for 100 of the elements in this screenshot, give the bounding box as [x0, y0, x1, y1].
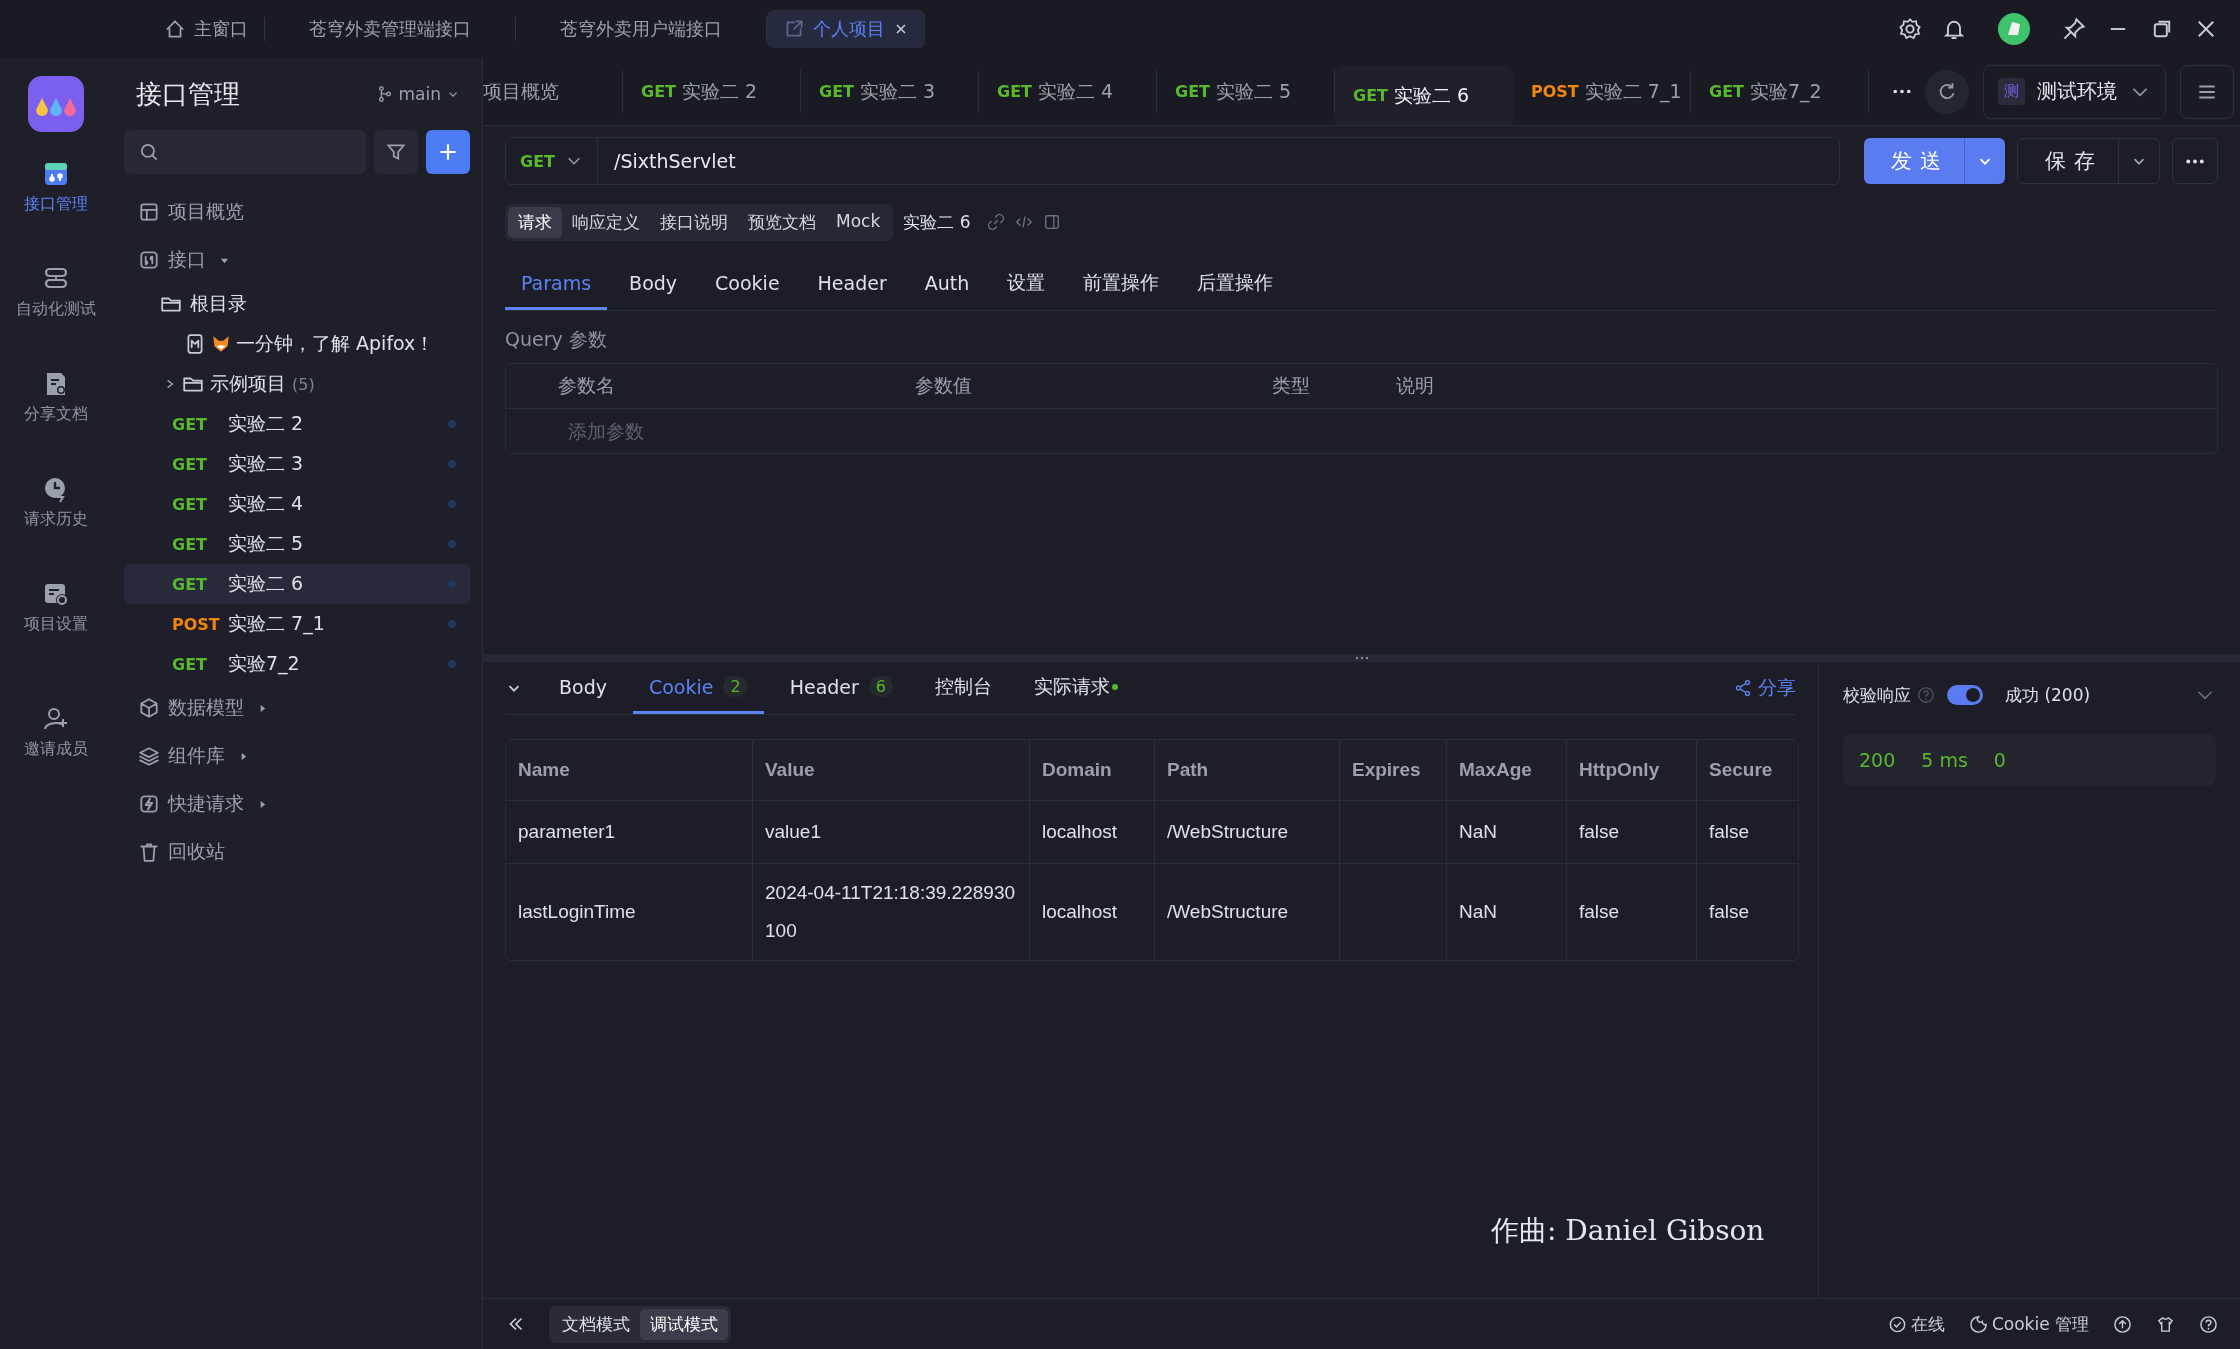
response-tab[interactable]: 控制台 [919, 662, 1009, 714]
param-name-field[interactable]: 添加参数 [566, 419, 813, 443]
tree-item[interactable]: 接口 [124, 236, 470, 284]
add-button[interactable] [426, 130, 470, 174]
environment-selector[interactable]: 测 测试环境 [1983, 64, 2166, 119]
tree-item[interactable]: 回收站 [124, 828, 470, 876]
nav-item[interactable]: 分享文档 [24, 370, 88, 475]
endpoint-item[interactable]: GET 实验二 3 [124, 444, 470, 484]
view-tab[interactable]: 请求 [508, 206, 562, 238]
method-label: GET [172, 454, 208, 474]
tree-item[interactable]: 快捷请求 [124, 780, 470, 828]
response-status: 成功 (200) [2005, 683, 2091, 707]
tree-item[interactable]: 示例项目 (5) [124, 364, 470, 404]
cookie-icon [1968, 1314, 1988, 1334]
endpoint-tab[interactable]: GET 实验二 3 [801, 70, 979, 113]
more-button[interactable] [2172, 138, 2218, 184]
menu-button[interactable] [2180, 64, 2234, 119]
url-field[interactable]: GET /SixthServlet [505, 137, 1840, 185]
window-tab[interactable]: 苍穹外卖用户端接口 [516, 10, 766, 48]
endpoint-item[interactable]: POST 实验二 7_1 [124, 604, 470, 644]
window-tab[interactable]: 主窗口 [148, 10, 264, 48]
settings-icon[interactable] [1898, 17, 1922, 41]
response-tab[interactable]: Cookie 2 [632, 662, 764, 714]
cookie-manager-link[interactable]: Cookie 管理 [1968, 1312, 2089, 1336]
param-tab[interactable]: Header [801, 258, 903, 310]
response-tab[interactable]: 实际请求 [1018, 662, 1135, 714]
avatar[interactable] [1998, 13, 2030, 45]
filter-button[interactable] [374, 130, 418, 174]
online-status[interactable]: 在线 [1887, 1312, 1945, 1336]
endpoint-item[interactable]: GET 实验二 5 [124, 524, 470, 564]
tree-item[interactable]: 数据模型 [124, 684, 470, 732]
param-tab[interactable]: Auth [908, 258, 986, 310]
table-cell: value1 [765, 821, 821, 842]
shirt-icon[interactable] [2156, 1314, 2175, 1334]
refresh-button[interactable] [1925, 69, 1969, 114]
endpoint-tab[interactable]: GET 实验二 2 [623, 70, 801, 113]
param-tab[interactable]: Cookie [699, 258, 796, 310]
window-tab[interactable]: 个人项目 [767, 10, 925, 48]
column-header: HttpOnly [1567, 740, 1697, 801]
resize-handle[interactable] [1353, 656, 1370, 660]
pin-icon[interactable] [2062, 17, 2086, 41]
mode-tab[interactable]: 调试模式 [640, 1308, 728, 1340]
link-icon[interactable] [986, 213, 1005, 231]
param-tab[interactable]: Body [613, 258, 694, 310]
table-cell: /WebStructure [1167, 901, 1289, 922]
column-header: Value [753, 740, 1030, 801]
toggle-switch[interactable] [1947, 685, 1983, 705]
column-header: 类型 [1272, 373, 1311, 398]
endpoint-item[interactable]: GET 实验二 2 [124, 404, 470, 444]
nav-item[interactable]: 邀请成员 [24, 705, 88, 810]
table-cell: localhost [1042, 821, 1117, 842]
upload-icon[interactable] [2113, 1314, 2132, 1334]
tree-item[interactable]: 一分钟，了解 Apifox！ [124, 324, 470, 364]
nav-item[interactable]: 项目设置 [24, 580, 88, 685]
tree-item[interactable]: 项目概览 [124, 188, 470, 236]
endpoint-item[interactable]: GET 实验7_2 [124, 644, 470, 684]
view-tab[interactable]: 接口说明 [650, 206, 738, 238]
nav-item[interactable]: 请求历史 [24, 475, 88, 580]
endpoint-item[interactable]: GET 实验二 4 [124, 484, 470, 524]
table-cell: false [1579, 901, 1620, 922]
endpoint-tab[interactable]: GET 实验7_2 [1691, 70, 1869, 113]
tree-item[interactable]: 根目录 [124, 284, 470, 324]
table-cell: lastLoginTime [518, 901, 636, 922]
more-icon[interactable] [1893, 89, 1911, 94]
branch-selector[interactable]: main [375, 84, 470, 104]
param-tab[interactable]: Params [505, 258, 608, 310]
status-dot [448, 500, 456, 508]
endpoint-tab[interactable]: 项目概览 [483, 70, 623, 113]
window-tab[interactable]: 苍穹外卖管理端接口 [265, 10, 515, 48]
stat-value: 0 [1993, 749, 2006, 771]
response-tab[interactable]: Header 6 [773, 662, 910, 714]
endpoint-tab[interactable]: GET 实验二 4 [979, 70, 1157, 113]
table-cell: parameter1 [518, 821, 616, 842]
param-tab[interactable]: 前置操作 [1067, 258, 1176, 310]
table-cell: NaN [1459, 901, 1497, 922]
panel-title: 接口管理 [136, 77, 240, 111]
nav-item[interactable]: 自动化测试 [16, 265, 96, 370]
endpoint-name: 实验二 3 [228, 451, 305, 476]
endpoint-item[interactable]: GET 实验二 6 [124, 564, 470, 604]
param-tab[interactable]: 设置 [991, 258, 1062, 310]
nav-item[interactable]: 接口管理 [24, 160, 88, 265]
response-tab[interactable]: Body [543, 662, 623, 714]
share-link[interactable]: 分享 [1734, 662, 1796, 714]
view-tab[interactable]: 预览文档 [738, 206, 826, 238]
stat-value: 5 ms [1921, 749, 1968, 771]
search-field[interactable] [124, 130, 366, 174]
column-header: Domain [1030, 740, 1155, 801]
mode-tab[interactable]: 文档模式 [552, 1308, 640, 1340]
column-header: Secure [1697, 740, 1798, 801]
method-label: GET [172, 414, 208, 434]
more-icon [2186, 158, 2204, 164]
tree-item[interactable]: 组件库 [124, 732, 470, 780]
side-panel-icon[interactable] [1042, 213, 1061, 231]
endpoint-tab[interactable]: GET 实验二 6 [1335, 66, 1513, 125]
view-tab[interactable]: 响应定义 [562, 206, 650, 238]
table-cell: false [1709, 821, 1750, 842]
param-tab[interactable]: 后置操作 [1181, 258, 1290, 310]
endpoint-tab[interactable]: POST 实验二 7_1 [1513, 70, 1691, 113]
view-tab[interactable]: Mock [826, 206, 891, 238]
method-select[interactable]: GET [506, 138, 598, 184]
